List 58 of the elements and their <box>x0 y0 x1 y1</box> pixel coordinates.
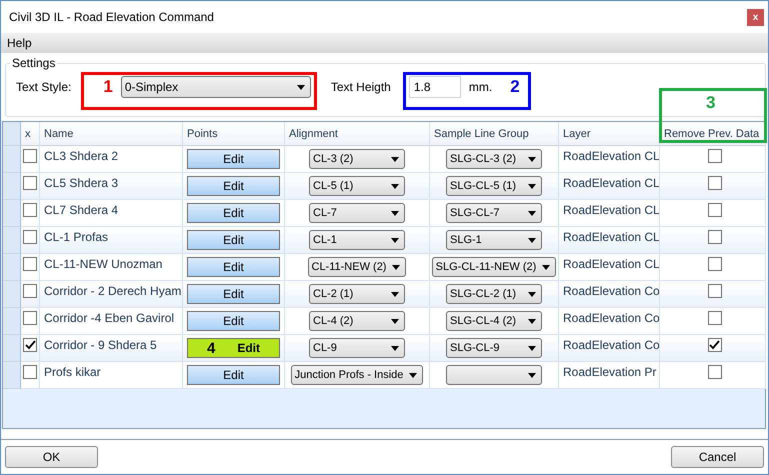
annotation-number: 1 <box>103 77 113 97</box>
edit-button[interactable]: Edit <box>187 365 280 385</box>
name-cell: Corridor - 9 Shdera 5 <box>44 338 157 352</box>
layer-cell: RoadElevation CL <box>563 230 659 244</box>
text-style-dropdown[interactable]: 0-Simplex <box>120 76 311 98</box>
edit-button[interactable]: Edit <box>187 203 280 223</box>
layer-cell: RoadElevation CL <box>563 149 659 163</box>
layer-cell: RoadElevation Co <box>563 284 659 298</box>
name-cell: CL3 Shdera 2 <box>44 149 118 163</box>
field-label: Text Heigth <box>330 80 391 94</box>
name-cell: CL-11-NEW Unozman <box>44 257 162 271</box>
name-cell: CL5 Shdera 3 <box>44 176 118 190</box>
sample-line-dropdown[interactable]: SLG-CL-7 <box>446 203 542 223</box>
cancel-button[interactable]: Cancel <box>671 446 764 468</box>
name-cell: CL7 Shdera 4 <box>44 203 118 217</box>
edit-button[interactable]: Edit <box>187 311 280 331</box>
layer-cell: RoadElevation Pr <box>563 365 656 379</box>
alignment-dropdown[interactable]: CL-9 <box>309 338 405 358</box>
ok-button[interactable]: OK <box>5 446 98 468</box>
sample-line-dropdown[interactable]: SLG-CL-2 (1) <box>446 284 542 304</box>
sample-line-dropdown[interactable]: SLG-CL-5 (1) <box>446 176 542 196</box>
menu-item[interactable]: Help <box>7 36 32 50</box>
sample-line-dropdown[interactable]: SLG-CL-9 <box>446 338 542 358</box>
alignment-dropdown[interactable]: CL-3 (2) <box>309 149 405 169</box>
unit-label: mm. <box>468 80 492 94</box>
alignment-dropdown[interactable]: CL-2 (1) <box>309 284 405 304</box>
field-label: Text Style: <box>16 80 72 94</box>
edit-button[interactable]: Edit <box>187 257 280 277</box>
alignment-dropdown[interactable]: CL-7 <box>309 203 405 223</box>
name-cell: CL-1 Profas <box>44 230 108 244</box>
sample-line-dropdown[interactable]: SLG-CL-4 (2) <box>446 311 542 331</box>
edit-button[interactable]: Edit <box>187 284 280 304</box>
layer-cell: RoadElevation Co <box>563 338 659 352</box>
text-height-field[interactable]: 1.8 <box>408 76 461 98</box>
name-cell: Corridor -4 Eben Gavirol <box>44 311 174 325</box>
edit-button[interactable]: Edit <box>187 149 280 169</box>
name-cell: Corridor - 2 Derech Hyam <box>44 284 182 298</box>
edit-button[interactable]: Edit <box>187 176 280 196</box>
sample-line-dropdown[interactable]: SLG-1 <box>446 230 542 250</box>
alignment-dropdown[interactable]: CL-4 (2) <box>309 311 405 331</box>
sample-line-dropdown[interactable]: SLG-CL-3 (2) <box>446 149 542 169</box>
alignment-dropdown[interactable]: Junction Profs - Inside <box>290 365 424 385</box>
layer-cell: RoadElevation CL <box>563 257 659 271</box>
close-button[interactable]: x <box>747 8 764 26</box>
alignment-dropdown[interactable]: CL-5 (1) <box>309 176 405 196</box>
window-title: Civil 3D IL - Road Elevation Command <box>9 10 214 24</box>
edit-button[interactable]: 4 Edit <box>187 338 280 358</box>
layer-cell: RoadElevation CL <box>563 176 659 190</box>
name-cell: Profs kikar <box>44 365 101 379</box>
alignment-dropdown[interactable]: CL-11-NEW (2) <box>308 257 406 277</box>
sample-line-dropdown[interactable]: SLG-CL-11-NEW (2) <box>432 257 556 277</box>
edit-button[interactable]: Edit <box>187 230 280 250</box>
annotation-number: 3 <box>706 93 716 113</box>
annotation-number: 2 <box>510 77 520 97</box>
group-title: Settings <box>10 56 58 70</box>
layer-cell: RoadElevation CL <box>563 203 659 217</box>
layer-cell: RoadElevation Co <box>563 311 659 325</box>
alignment-dropdown[interactable]: CL-1 <box>309 230 405 250</box>
